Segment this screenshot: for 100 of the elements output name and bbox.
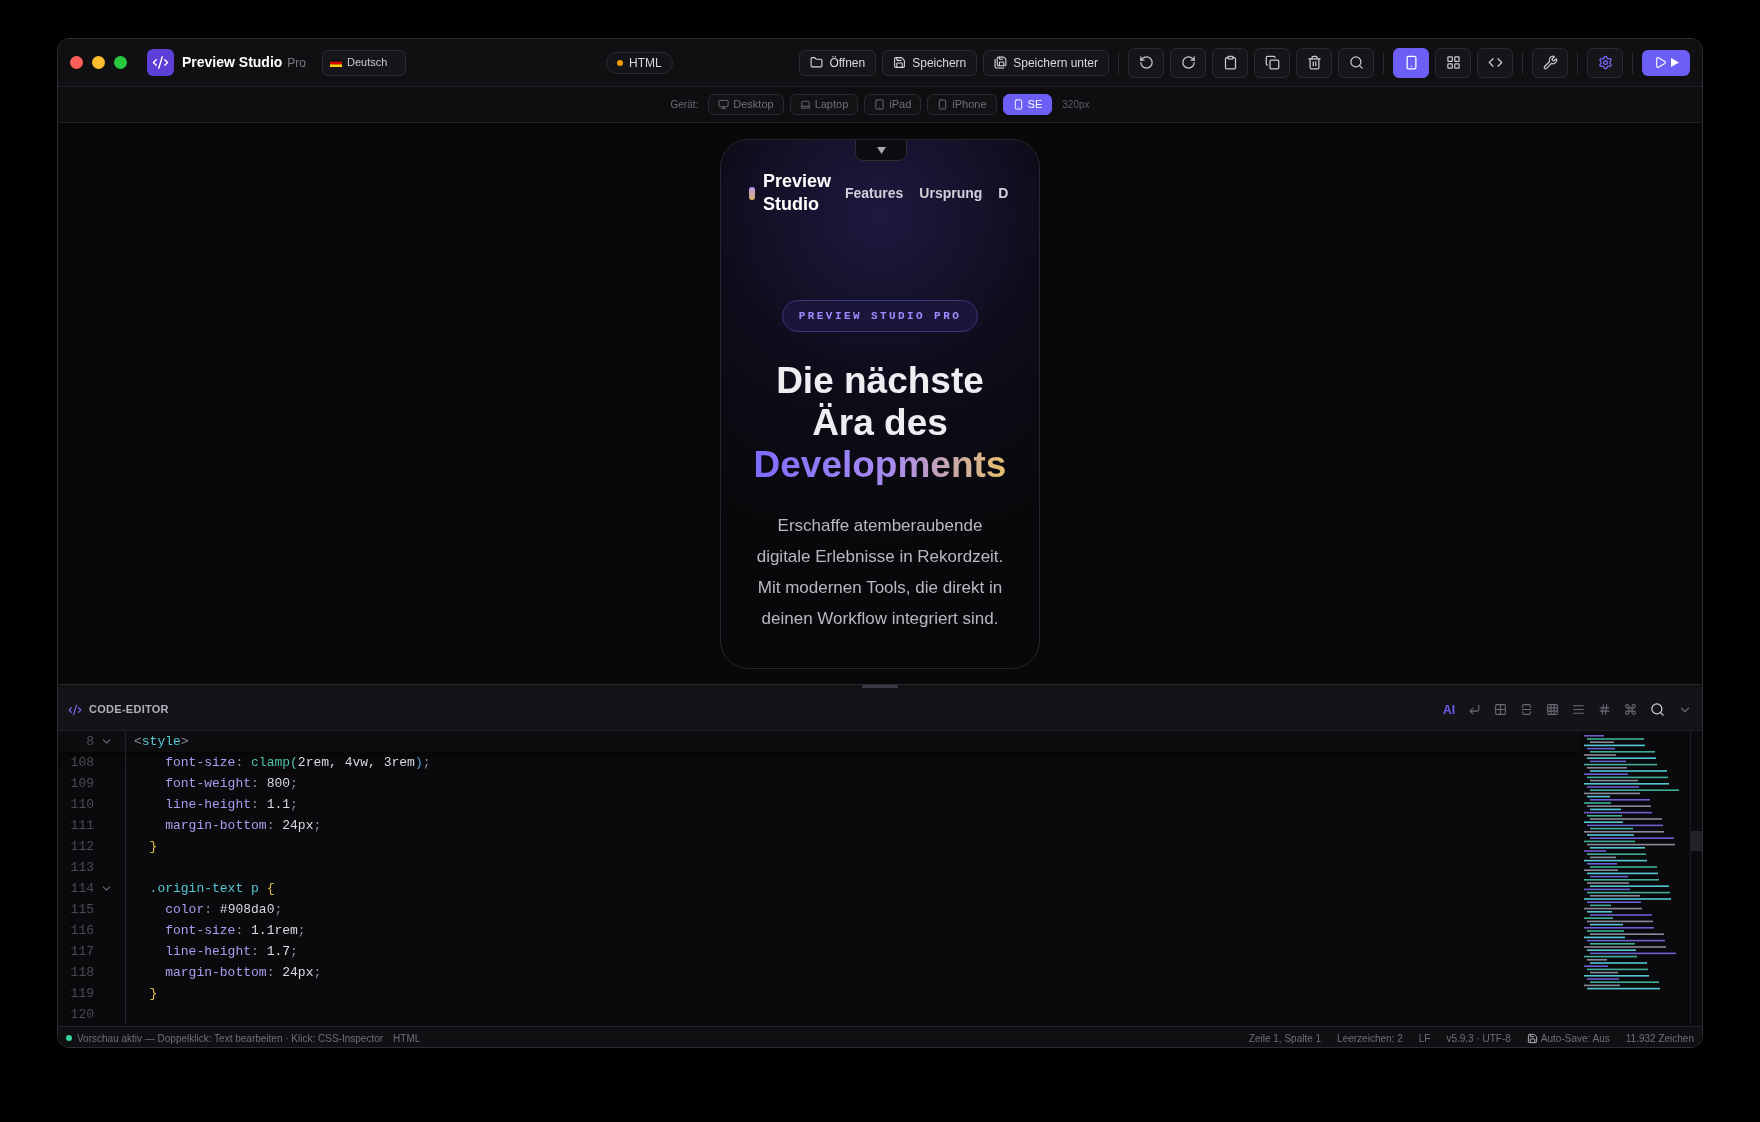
grid-icon	[1445, 55, 1461, 70]
copy-icon	[1264, 55, 1280, 70]
command-icon[interactable]	[1624, 703, 1637, 716]
app-logo-icon	[147, 49, 174, 76]
split-icon[interactable]	[1520, 703, 1533, 716]
ai-button[interactable]: AI	[1443, 700, 1455, 719]
toolbar-button[interactable]	[1212, 47, 1248, 78]
hash-icon[interactable]	[1598, 703, 1611, 716]
code-line: margin-bottom: 24px;	[164, 816, 322, 835]
grid-icon[interactable]	[1546, 703, 1559, 716]
grid-icon[interactable]	[1494, 703, 1507, 716]
search-icon[interactable]	[1650, 702, 1665, 717]
minimize-control[interactable]	[92, 56, 105, 69]
code-line: <style>	[133, 732, 189, 751]
code-line: margin-bottom: 24px;	[164, 963, 322, 982]
editor-title: CODE-EDITOR	[89, 702, 169, 718]
line-number: 110	[69, 795, 94, 814]
phone-icon	[937, 99, 949, 110]
code-line: }	[148, 984, 158, 1003]
device-label: Gerät:	[670, 98, 699, 112]
line-number: 108	[69, 753, 94, 772]
monitor-icon	[718, 99, 730, 110]
collapse-tab[interactable]	[855, 140, 907, 161]
view-toggle[interactable]	[1435, 47, 1471, 78]
phone-icon	[1012, 99, 1024, 110]
status-language: HTML	[393, 1031, 421, 1046]
toolbar-button[interactable]	[1296, 47, 1332, 78]
line-number: 119	[69, 984, 94, 1003]
code-line: line-height: 1.7;	[164, 942, 298, 961]
line-number: 120	[69, 1005, 94, 1024]
toolbar-button[interactable]	[1170, 47, 1206, 78]
search-icon	[1348, 55, 1364, 70]
folder-icon	[810, 56, 824, 69]
tablet-icon	[874, 99, 886, 110]
file-button[interactable]: Öffnen	[799, 49, 877, 76]
line-number: 117	[69, 942, 94, 961]
lines-icon[interactable]	[1572, 703, 1585, 716]
nav-link[interactable]: Ursprung	[919, 182, 983, 204]
code-icon	[68, 702, 82, 717]
maximize-control[interactable]	[114, 56, 127, 69]
wrench-icon	[1542, 55, 1558, 70]
brand-logo-icon	[749, 186, 755, 200]
code-line: font-size: clamp(2rem, 4vw, 3rem);	[164, 753, 431, 772]
resize-handle[interactable]	[862, 685, 898, 688]
nav-link[interactable]: Features	[845, 182, 904, 204]
line-number: 118	[69, 963, 94, 982]
indent-setting: Leerzeichen: 2	[1337, 1031, 1403, 1046]
scrollbar-thumb[interactable]	[1691, 831, 1702, 851]
line-number: 113	[69, 858, 94, 877]
settings-button[interactable]	[1587, 47, 1623, 78]
file-button[interactable]: Speichern unter	[983, 49, 1109, 76]
device-tab[interactable]: iPhone	[927, 94, 997, 115]
product-badge: PREVIEW STUDIO PRO	[781, 300, 979, 332]
line-number: 111	[69, 816, 94, 835]
view-toggle[interactable]	[1477, 47, 1513, 78]
width-label: 320px	[1062, 98, 1090, 112]
play-icon	[1670, 58, 1679, 67]
device-tab[interactable]: Laptop	[789, 94, 859, 115]
code-line: line-height: 1.1;	[164, 795, 298, 814]
device-tab[interactable]: Desktop	[708, 94, 784, 115]
code-line: font-weight: 800;	[164, 774, 298, 793]
phone-icon	[1403, 55, 1419, 70]
trash-icon	[1306, 55, 1322, 70]
run-button[interactable]	[1642, 49, 1690, 76]
clipboard-icon	[1222, 55, 1238, 70]
window-title: Preview Studio	[182, 53, 283, 72]
line-ending: LF	[1418, 1031, 1431, 1046]
line-number: 114	[69, 879, 94, 898]
flag-icon	[330, 58, 343, 67]
view-toggle[interactable]	[1393, 47, 1429, 78]
line-number: 116	[69, 921, 94, 940]
language-select[interactable]: Deutsch	[322, 49, 407, 76]
line-number: 115	[69, 900, 94, 919]
save-icon	[1526, 1032, 1538, 1044]
laptop-icon	[799, 99, 811, 110]
code-icon	[1487, 55, 1503, 70]
tools-button[interactable]	[1532, 47, 1568, 78]
autosave-status[interactable]: Auto-Save: Aus	[1540, 1030, 1610, 1046]
settings-icon	[1597, 55, 1613, 70]
nav-link[interactable]: D	[998, 182, 1009, 204]
toolbar-button[interactable]	[1254, 47, 1290, 78]
undo-icon	[1138, 55, 1154, 70]
hero-description: Erschaffe atemberaubende digitale Erlebnisse in Rekordzeit. Mit modernen Tools, die direkt in deinen Workflow integriert sind.	[755, 515, 1005, 630]
close-control[interactable]	[70, 56, 83, 69]
edition-label: Pro	[287, 54, 307, 72]
code-line: color: #908da0;	[164, 900, 283, 919]
device-tab[interactable]: iPad	[864, 94, 922, 115]
play-icon	[1653, 56, 1667, 69]
line-number: 109	[69, 774, 94, 793]
save-icon	[893, 56, 907, 69]
toolbar-button[interactable]	[1338, 47, 1374, 78]
caret-icon	[876, 146, 886, 154]
toolbar-button[interactable]	[1128, 47, 1164, 78]
status-message: Vorschau aktiv — Doppelklick: Text bearbeiten · Klick: CSS-Inspector	[77, 1031, 384, 1046]
mode-badge: HTML	[606, 51, 673, 74]
file-button[interactable]: Speichern	[882, 49, 978, 76]
device-tab[interactable]: SE	[1002, 94, 1053, 115]
hero-headline: Die nächste Ära des Developments	[753, 360, 1007, 486]
line-number: 112	[69, 837, 94, 856]
wrap-icon[interactable]	[1468, 703, 1481, 716]
